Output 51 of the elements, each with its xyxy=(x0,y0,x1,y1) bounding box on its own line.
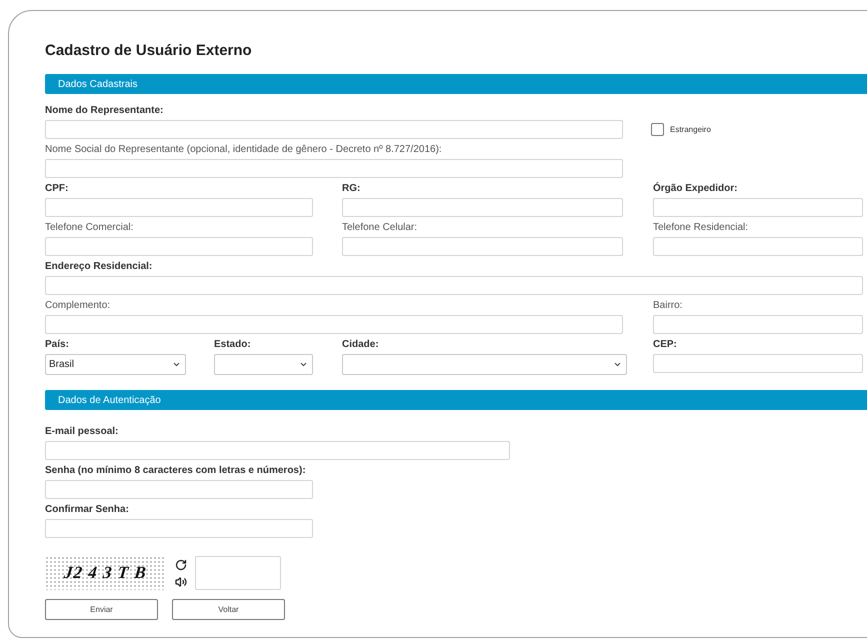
text-field[interactable] xyxy=(653,315,863,334)
text-field[interactable] xyxy=(45,237,313,256)
field-label: Estado: xyxy=(214,338,251,351)
field-label: Bairro: xyxy=(653,299,682,312)
text-field[interactable] xyxy=(45,519,313,538)
text-field[interactable] xyxy=(45,315,623,334)
form-button[interactable]: Enviar xyxy=(45,599,158,620)
dropdown-select[interactable] xyxy=(214,354,313,375)
text-field[interactable] xyxy=(45,441,510,460)
checkbox-label: Estrangeiro xyxy=(670,124,711,136)
field-label: Complemento: xyxy=(45,299,110,312)
text-field[interactable] xyxy=(45,120,623,139)
field-label: Endereço Residencial: xyxy=(45,260,152,273)
field-label: E-mail pessoal: xyxy=(45,425,118,438)
field-label: Nome do Representante: xyxy=(45,104,164,117)
field-label: País: xyxy=(45,338,69,351)
text-field[interactable] xyxy=(45,480,313,499)
page-title: Cadastro de Usuário Externo xyxy=(45,41,253,61)
captcha-field[interactable] xyxy=(195,556,281,590)
text-field[interactable] xyxy=(653,198,863,217)
chevron-down-icon xyxy=(613,360,622,369)
text-field[interactable] xyxy=(653,354,863,373)
refresh-icon[interactable] xyxy=(175,558,187,570)
field-label: RG: xyxy=(342,182,360,195)
chevron-down-icon xyxy=(299,360,308,369)
field-label: Órgão Expedidor: xyxy=(653,182,738,195)
field-label: Telefone Residencial: xyxy=(653,221,748,234)
captcha-text: J2 4 3 T B xyxy=(62,562,148,584)
chevron-down-icon xyxy=(172,360,181,369)
section-header: Dados Cadastrais xyxy=(45,74,867,94)
select-value: Brasil xyxy=(49,358,74,372)
field-label: Telefone Comercial: xyxy=(45,221,134,234)
speaker-icon[interactable] xyxy=(175,576,187,588)
field-label: Nome Social do Representante (opcional, identidade de gênero - Decreto nº 8.727/2016): xyxy=(45,143,442,156)
text-field[interactable] xyxy=(45,159,623,178)
text-field[interactable] xyxy=(653,237,863,256)
text-field[interactable] xyxy=(45,198,313,217)
field-label: Telefone Celular: xyxy=(342,221,418,234)
field-label: CEP: xyxy=(653,338,677,351)
field-label: Confirmar Senha: xyxy=(45,503,129,516)
dropdown-select[interactable]: Brasil xyxy=(45,354,186,375)
text-field[interactable] xyxy=(342,237,623,256)
form-button[interactable]: Voltar xyxy=(172,599,285,620)
field-label: CPF: xyxy=(45,182,68,195)
text-field[interactable] xyxy=(342,198,623,217)
checkbox[interactable] xyxy=(651,123,664,136)
field-label: Cidade: xyxy=(342,338,379,351)
text-field[interactable] xyxy=(45,276,863,295)
section-header: Dados de Autenticação xyxy=(45,390,867,410)
field-label: Senha (no mínimo 8 caracteres com letras e números): xyxy=(45,464,306,477)
dropdown-select[interactable] xyxy=(342,354,627,375)
